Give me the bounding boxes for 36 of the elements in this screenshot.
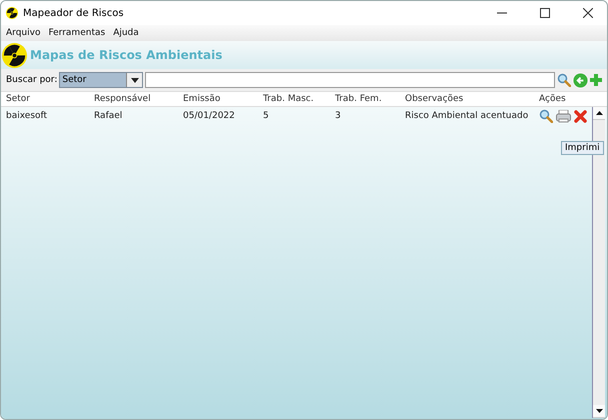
column-header[interactable]: Observações [405,94,539,104]
column-header[interactable]: Ações [539,94,607,104]
scroll-down-button[interactable] [593,405,605,418]
table-cell-text: 3 [335,111,342,121]
printer-icon[interactable] [556,110,571,122]
up-arrow-icon [596,111,602,115]
scroll-up-button[interactable] [593,107,605,120]
column-header[interactable]: Setor [6,94,94,104]
table-cell-text: 5 [263,111,270,121]
caret-icon [130,78,139,82]
close-icon [583,8,593,18]
table-cell-text: baixesoft [6,111,48,121]
search-field[interactable] [145,72,555,88]
maximize-icon [540,8,550,18]
page-title: Mapas de Riscos Ambientais [30,48,222,62]
menu-item[interactable]: Arquivo [6,28,40,38]
down-arrow-icon [596,409,602,413]
column-header[interactable]: Emissão [183,94,263,104]
column-header[interactable]: Trab. Fem. [335,94,405,104]
menu-item[interactable]: Ajuda [113,28,139,38]
column-header[interactable]: Trab. Masc. [263,94,335,104]
table-cell-text: 05/01/2022 [183,111,236,121]
delete-icon[interactable] [574,110,587,122]
search-icon[interactable] [539,109,553,123]
add-icon[interactable] [590,74,602,86]
search-by-dropdown[interactable]: Setor [59,72,144,88]
tooltip: Imprimi [561,141,604,155]
menu-item[interactable]: Ferramentas [48,28,106,38]
table-cell-text: Rafael [94,111,124,121]
window-title: Mapeador de Riscos [23,8,125,18]
radiation-icon [6,7,18,19]
search-label: Buscar por: [6,75,58,85]
column-header[interactable]: Responsável [94,94,183,104]
search-icon[interactable] [557,73,571,87]
radiation-icon [2,42,27,68]
table-cell-text: Risco Ambiental acentuado [405,111,530,121]
